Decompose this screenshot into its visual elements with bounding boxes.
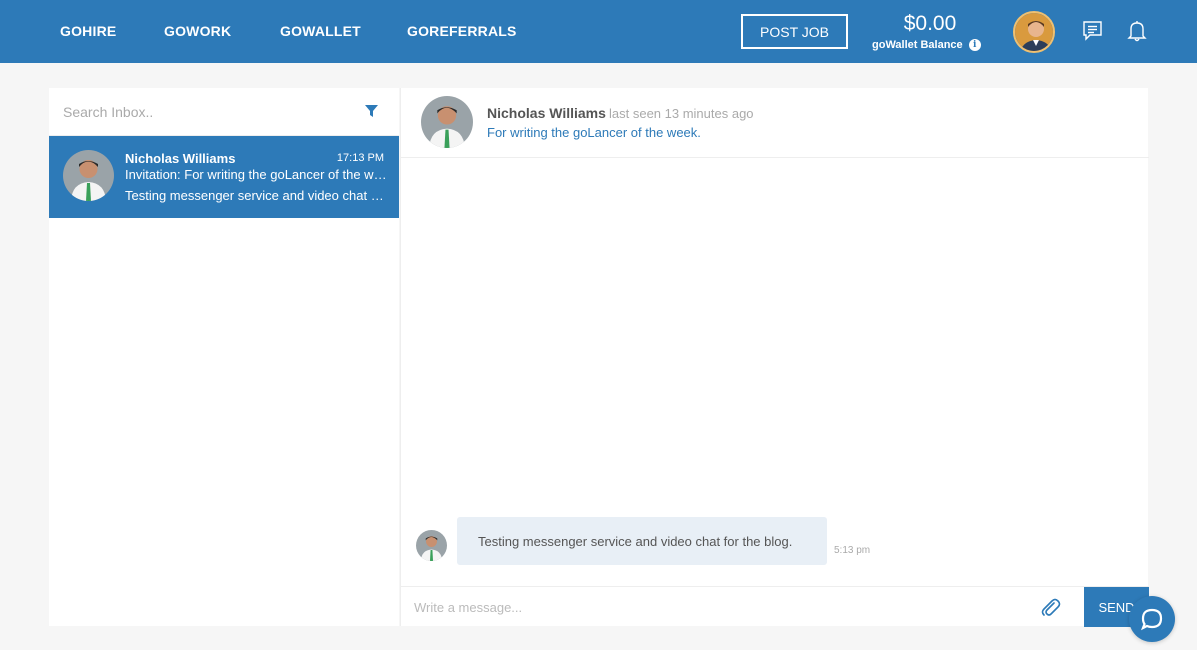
inbox-search-bar [49, 88, 399, 136]
search-inbox-input[interactable] [63, 102, 353, 122]
top-navbar: GOHIRE GOWORK GOWALLET GOREFERRALS POST … [0, 0, 1197, 63]
help-chat-button[interactable] [1129, 596, 1175, 642]
message-bubble: Testing messenger service and video chat… [457, 517, 827, 565]
nav-gowork[interactable]: GOWORK [164, 23, 231, 39]
user-avatar[interactable] [1013, 11, 1055, 53]
wallet-balance-text: goWallet Balance [872, 39, 963, 51]
chat-icon[interactable] [1082, 20, 1103, 46]
chat-subject[interactable]: For writing the goLancer of the week. [487, 125, 701, 140]
message-input[interactable] [414, 597, 1014, 617]
help-chat-icon [1140, 608, 1163, 631]
message-avatar [416, 530, 447, 561]
nav-gowallet[interactable]: GOWALLET [280, 23, 361, 39]
wallet-balance-label: goWallet Balance i [872, 39, 981, 51]
message-text: Testing messenger service and video chat… [478, 533, 793, 549]
conversation-preview: Testing messenger service and video chat… [125, 188, 387, 203]
chat-last-seen: last seen 13 minutes ago [609, 106, 754, 121]
info-icon[interactable]: i [968, 39, 981, 51]
post-job-button[interactable]: POST JOB [741, 14, 848, 49]
chat-header: Nicholas Williams last seen 13 minutes a… [401, 88, 1149, 158]
chat-contact-name: Nicholas Williams [487, 105, 606, 121]
paperclip-icon[interactable] [1039, 596, 1061, 623]
message-composer: SEND [401, 586, 1149, 627]
message-time: 5:13 pm [834, 545, 871, 556]
filter-icon[interactable] [365, 105, 378, 123]
chat-panel: Nicholas Williams last seen 13 minutes a… [400, 88, 1149, 627]
conversation-time: 17:13 PM [336, 152, 384, 164]
wallet-balance-amount: $0.00 [903, 12, 957, 35]
conversation-item[interactable]: Nicholas Williams 17:13 PM Invitation: F… [49, 136, 399, 218]
conversation-avatar [63, 150, 114, 201]
bell-icon[interactable] [1127, 20, 1147, 47]
conversation-name: Nicholas Williams [125, 151, 236, 166]
user-avatar-image [1015, 13, 1053, 51]
inbox-panel: Nicholas Williams 17:13 PM Invitation: F… [49, 88, 399, 626]
nav-gohire[interactable]: GOHIRE [60, 23, 116, 39]
conversation-subject: Invitation: For writing the goLancer of … [125, 167, 387, 182]
nav-goreferrals[interactable]: GOREFERRALS [407, 23, 517, 39]
chat-contact-avatar [421, 96, 473, 148]
